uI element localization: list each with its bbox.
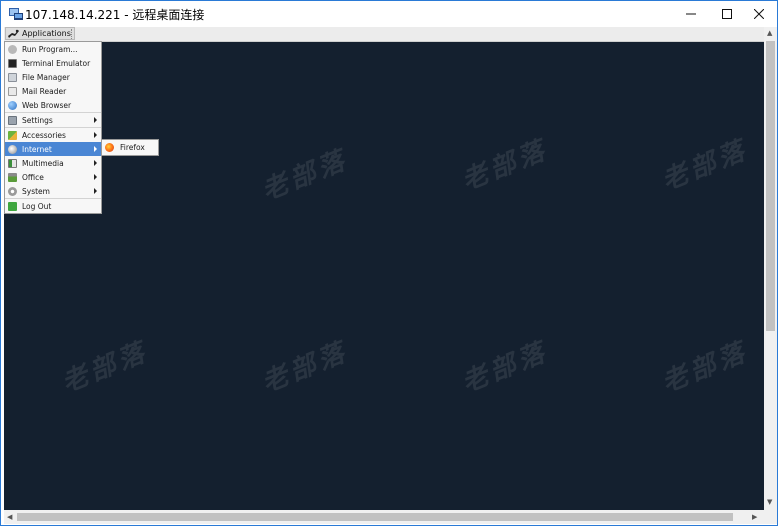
scroll-right-icon[interactable]: ▶ [752,514,757,521]
watermark: 老部落 [457,135,553,197]
applications-button[interactable]: Applications [5,27,75,40]
maximize-button[interactable] [709,1,745,27]
multimedia-icon [8,158,17,168]
vertical-scrollbar[interactable]: ▲ ▼ [764,27,777,510]
terminal-icon [8,58,17,68]
run-icon [8,44,17,54]
top-panel: Applications [4,27,764,42]
watermark: 老部落 [57,337,153,399]
submenu-item-firefox[interactable]: Firefox [120,143,145,152]
menu-item-label: Run Program... [22,44,78,54]
logout-icon [8,201,17,211]
menu-item-label: File Manager [22,72,70,82]
applications-menu: Run Program... Terminal Emulator File Ma… [4,41,102,214]
menu-item-system[interactable]: System [5,184,101,198]
menu-item-mail-reader[interactable]: Mail Reader [5,84,101,98]
window-title: 107.148.14.221 - 远程桌面连接 [25,8,205,22]
folder-icon [8,72,17,82]
watermark: 老部落 [657,135,753,197]
menu-item-label: Internet [22,144,52,154]
vertical-scroll-thumb[interactable] [766,41,775,331]
mail-icon [8,86,17,96]
menu-item-multimedia[interactable]: Multimedia [5,156,101,170]
submenu-arrow-icon [94,132,97,138]
minimize-button[interactable] [673,1,709,27]
close-button[interactable] [741,1,777,27]
settings-icon [8,115,17,125]
horizontal-scrollbar[interactable]: ◀ ▶ [4,510,764,524]
submenu-arrow-icon [94,117,97,123]
watermark: 老部落 [457,337,553,399]
menu-item-label: Settings [22,115,53,125]
remote-desktop-area[interactable]: 老部落 老部落 老部落 老部落 老部落 老部落 老部落 Applications… [4,27,764,510]
menu-item-office[interactable]: Office [5,170,101,184]
submenu-arrow-icon [94,174,97,180]
menu-item-label: Log Out [22,201,52,211]
menu-item-log-out[interactable]: Log Out [5,199,101,213]
scroll-left-icon[interactable]: ◀ [7,514,12,521]
rdp-window: 107.148.14.221 - 远程桌面连接 老部落 老部落 老部落 老部落 … [0,0,778,526]
accessories-icon [8,130,17,140]
maximize-icon [722,9,732,19]
submenu-arrow-icon [94,160,97,166]
submenu-arrow-icon [94,188,97,194]
scroll-up-icon[interactable]: ▲ [767,30,772,37]
scrollbar-corner [764,510,777,524]
internet-icon [8,144,17,154]
menu-item-accessories[interactable]: Accessories [5,128,101,142]
horizontal-scroll-thumb[interactable] [17,513,733,521]
menu-item-web-browser[interactable]: Web Browser [5,98,101,112]
watermark: 老部落 [257,337,353,399]
close-icon [754,9,764,19]
office-icon [8,172,17,182]
internet-submenu: Firefox [101,139,159,156]
menu-item-terminal-emulator[interactable]: Terminal Emulator [5,56,101,70]
globe-icon [8,100,17,110]
menu-item-label: Multimedia [22,158,64,168]
applications-label: Applications [22,29,71,38]
menu-item-label: Web Browser [22,100,72,110]
menu-item-label: Accessories [22,130,66,140]
submenu-arrow-icon [94,146,97,152]
system-icon [8,186,17,196]
scroll-down-icon[interactable]: ▼ [767,499,772,506]
menu-item-run-program[interactable]: Run Program... [5,42,101,56]
panel-separator [71,29,74,39]
menu-item-label: Terminal Emulator [22,58,91,68]
menu-item-label: Office [22,172,44,182]
menu-item-internet[interactable]: Internet [5,142,101,156]
remote-desktop-icon [9,8,23,20]
menu-item-file-manager[interactable]: File Manager [5,70,101,84]
menu-item-settings[interactable]: Settings [5,113,101,127]
applications-icon [8,29,19,38]
firefox-icon [105,143,114,152]
watermark: 老部落 [257,145,353,207]
minimize-icon [686,13,696,15]
menu-item-label: Mail Reader [22,86,67,96]
title-bar[interactable]: 107.148.14.221 - 远程桌面连接 [1,1,777,27]
menu-item-label: System [22,186,50,196]
watermark: 老部落 [657,337,753,399]
